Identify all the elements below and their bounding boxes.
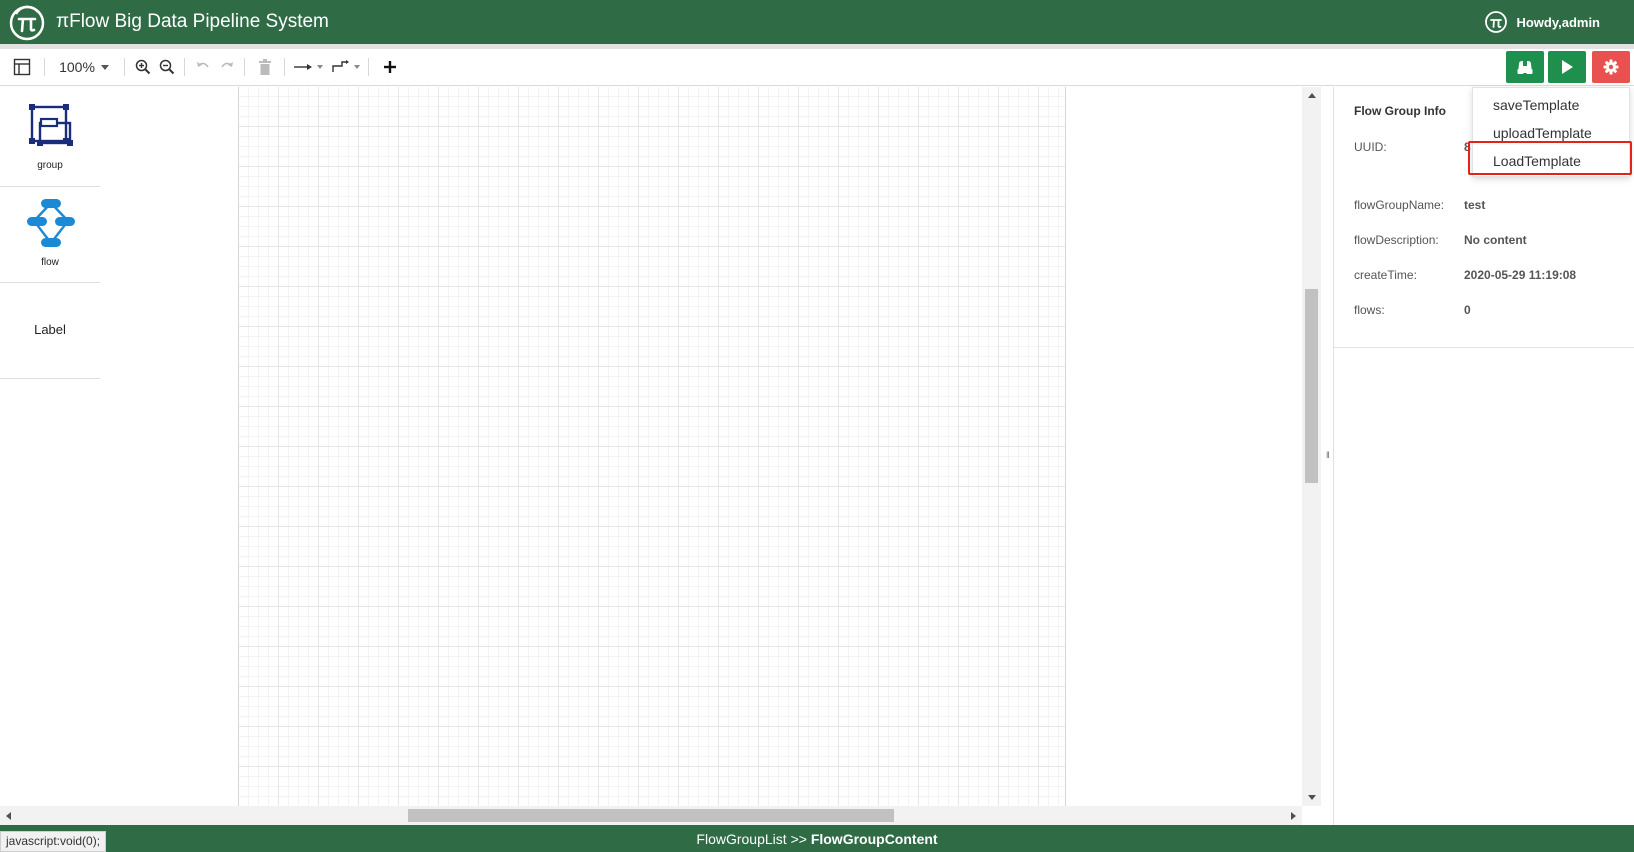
breadcrumb-separator: >>	[790, 831, 807, 847]
group-icon	[29, 104, 73, 146]
pi-user-icon	[1485, 11, 1508, 33]
format-panel-icon	[13, 58, 31, 76]
scroll-down-icon[interactable]	[1308, 795, 1316, 800]
info-value: 0	[1464, 303, 1471, 317]
zoom-in-button[interactable]	[132, 52, 154, 82]
editor-toolbar: 100%	[0, 49, 1634, 86]
info-key: UUID:	[1354, 140, 1387, 154]
user-greeting: Howdy,admin	[1516, 14, 1600, 30]
zoom-out-button[interactable]	[156, 52, 178, 82]
diagram-canvas[interactable]	[100, 87, 1321, 806]
info-value: No content	[1464, 233, 1527, 247]
toolbar-separator	[284, 58, 285, 76]
info-key: createTime:	[1354, 268, 1417, 282]
delete-button[interactable]	[254, 52, 276, 82]
gear-icon	[1603, 59, 1619, 75]
canvas-grid-page[interactable]	[238, 87, 1066, 806]
browser-status-bar: javascript:void(0);	[0, 831, 107, 852]
menu-item-save-template[interactable]: saveTemplate	[1473, 91, 1629, 119]
connector-arrow-icon	[294, 64, 312, 70]
palette-item-label: group	[37, 160, 63, 171]
binoculars-icon	[1517, 61, 1533, 74]
play-icon	[1562, 60, 1573, 74]
info-panel-divider	[1334, 347, 1634, 348]
insert-button[interactable]	[378, 52, 402, 82]
toolbar-separator	[368, 58, 369, 76]
app-header: πFlow Big Data Pipeline System Howdy,adm…	[0, 0, 1634, 44]
scroll-right-icon[interactable]	[1291, 812, 1296, 820]
app-footer: FlowGroupList >> FlowGroupContent	[0, 825, 1634, 852]
palette-item-label: Label	[34, 322, 66, 337]
palette-item-label-shape[interactable]: Label	[0, 283, 100, 379]
run-button[interactable]	[1548, 51, 1586, 83]
zoom-value: 100%	[59, 59, 95, 75]
toolbar-separator	[244, 58, 245, 76]
horizontal-scroll-thumb[interactable]	[408, 809, 894, 822]
splitter-grip-icon[interactable]: ‖	[1326, 450, 1330, 460]
info-panel-title: Flow Group Info	[1354, 104, 1446, 118]
palette-item-flow[interactable]: flow	[0, 187, 100, 283]
palette-item-group[interactable]: group	[0, 87, 100, 187]
flow-icon	[27, 199, 75, 247]
insert-plus-icon	[384, 61, 396, 73]
toolbar-separator	[184, 58, 185, 76]
settings-button[interactable]	[1592, 51, 1630, 83]
waypoint-icon	[332, 60, 349, 72]
info-value: test	[1464, 198, 1486, 212]
shape-palette: group flow Label	[0, 87, 100, 825]
chevron-down-icon	[317, 65, 323, 69]
redo-icon	[221, 62, 233, 68]
chevron-down-icon	[100, 64, 109, 70]
panel-splitter[interactable]: ‖	[1321, 87, 1333, 825]
breadcrumb-parent-link[interactable]: FlowGroupList	[696, 831, 786, 847]
info-key: flowDescription:	[1354, 233, 1439, 247]
vertical-scrollbar[interactable]	[1302, 87, 1321, 806]
zoom-in-icon	[135, 59, 151, 75]
redo-button[interactable]	[216, 52, 238, 82]
delete-icon	[259, 59, 271, 75]
app-title: πFlow Big Data Pipeline System	[56, 11, 329, 32]
breadcrumb: FlowGroupList >> FlowGroupContent	[0, 831, 1634, 847]
user-menu[interactable]: Howdy,admin	[1484, 10, 1600, 34]
palette-item-label: flow	[41, 257, 59, 268]
toolbar-separator	[124, 58, 125, 76]
scroll-up-icon[interactable]	[1308, 93, 1316, 98]
undo-icon	[197, 62, 209, 68]
zoom-out-icon	[159, 59, 175, 75]
flow-group-info-panel: Flow Group Info UUID: 8 flowGroupName: t…	[1333, 87, 1634, 825]
find-button[interactable]	[1506, 51, 1544, 83]
highlight-box	[1468, 141, 1632, 175]
pi-logo-icon[interactable]	[8, 4, 46, 42]
undo-button[interactable]	[192, 52, 214, 82]
scroll-left-icon[interactable]	[6, 812, 11, 820]
horizontal-scrollbar[interactable]	[0, 806, 1302, 825]
connection-style-select[interactable]	[292, 52, 324, 82]
info-key: flows:	[1354, 303, 1385, 317]
info-key: flowGroupName:	[1354, 198, 1445, 212]
chevron-down-icon	[354, 65, 360, 69]
vertical-scroll-thumb[interactable]	[1305, 289, 1318, 483]
format-panel-button[interactable]	[8, 52, 36, 82]
zoom-select[interactable]: 100%	[56, 52, 112, 82]
waypoint-style-select[interactable]	[330, 52, 362, 82]
info-value: 2020-05-29 11:19:08	[1464, 268, 1577, 282]
breadcrumb-current: FlowGroupContent	[810, 831, 938, 847]
toolbar-separator	[44, 58, 45, 76]
